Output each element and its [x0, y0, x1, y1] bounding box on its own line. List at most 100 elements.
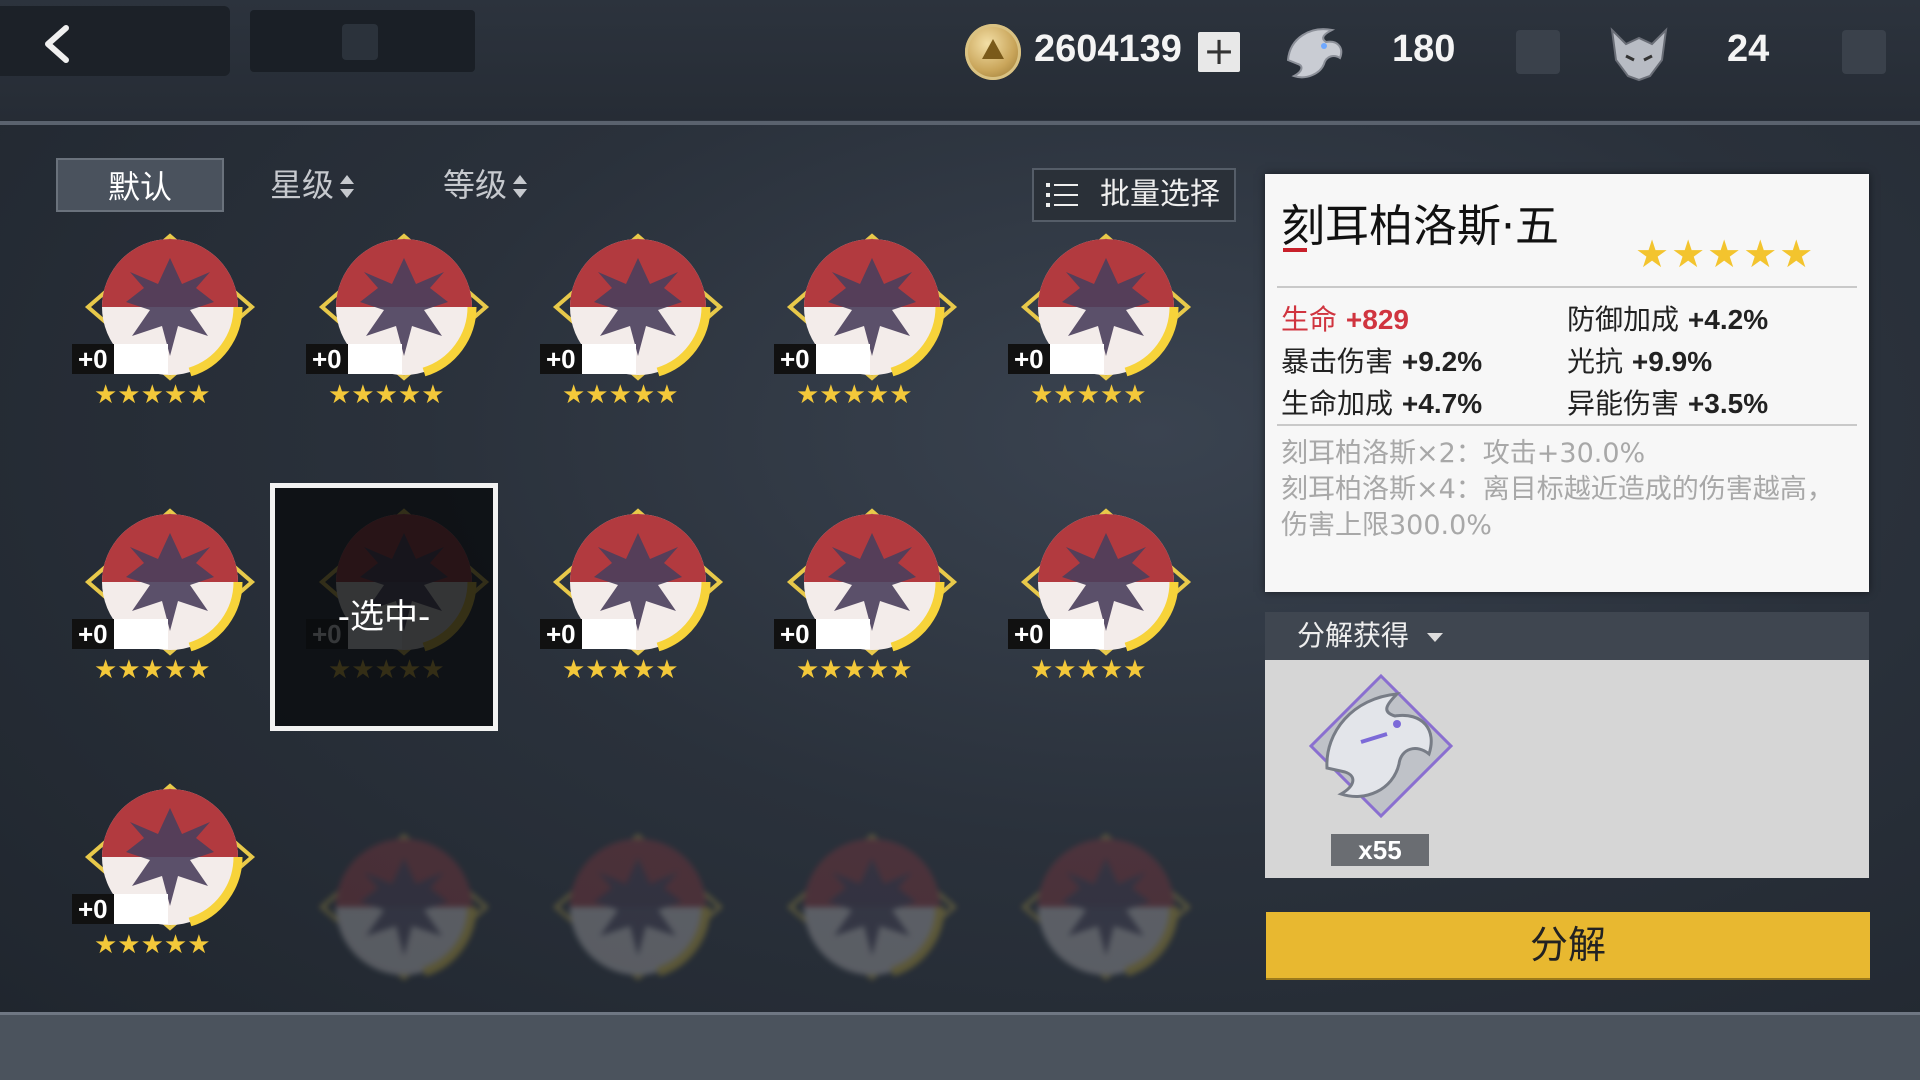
- dragon-material-icon[interactable]: [1301, 672, 1461, 832]
- back-arrow-icon: [45, 25, 69, 63]
- main-stat: 生命 +829: [1281, 298, 1409, 338]
- module-card[interactable]: +0 ★★★★★: [40, 232, 256, 442]
- sub-stat-value: +4.2%: [1687, 304, 1769, 335]
- star-rating: ★★★★★: [94, 380, 211, 410]
- sort-arrows-icon: [340, 172, 355, 202]
- enhance-level: +0: [774, 344, 816, 374]
- sub-stat-value: +3.5%: [1687, 388, 1769, 419]
- module-card[interactable]: +0 ★★★★★: [508, 232, 724, 442]
- enhance-level-tag: +0: [1008, 619, 1104, 649]
- decompose-rewards-area: x55: [1265, 660, 1869, 878]
- tab-level-label: 等级: [443, 166, 508, 204]
- caret-down-icon: [1427, 633, 1443, 642]
- enhance-level: +0: [72, 894, 114, 924]
- decompose-rewards-label: 分解获得: [1297, 619, 1410, 652]
- add-dragon-currency-button[interactable]: [1516, 30, 1560, 74]
- star-rating: ★★★★★: [562, 655, 679, 685]
- name-underline: [1283, 248, 1307, 252]
- wolf-currency-icon: [1610, 27, 1668, 82]
- module-card-offscreen: [304, 832, 504, 982]
- enhance-level: +0: [72, 344, 114, 374]
- sub-stat-value: +9.9%: [1631, 346, 1713, 377]
- decompose-button[interactable]: 分解: [1266, 912, 1870, 978]
- star-rating: ★★★★★: [328, 380, 445, 410]
- enhance-level: +0: [774, 619, 816, 649]
- sub-stat-label: 暴击伤害: [1281, 345, 1394, 378]
- tab-star-sort[interactable]: 星级: [270, 158, 355, 212]
- sub-stat: 暴击伤害 +9.2%: [1281, 340, 1482, 380]
- enhance-level-tag: +0: [540, 344, 636, 374]
- module-card-offscreen: [772, 832, 972, 982]
- module-card-offscreen: [1006, 832, 1206, 982]
- home-icon: [342, 24, 378, 60]
- enhance-level-tag: +0: [774, 344, 870, 374]
- module-stars: ★★★★★: [1635, 232, 1816, 276]
- back-button[interactable]: [0, 6, 230, 76]
- enhance-level: +0: [1008, 619, 1050, 649]
- top-divider: [0, 121, 1920, 125]
- selected-label: -选中-: [337, 597, 431, 637]
- module-card[interactable]: +0 ★★★★★: [742, 232, 958, 442]
- sub-stat-value: +4.7%: [1401, 388, 1483, 419]
- enhance-level: +0: [540, 619, 582, 649]
- module-card-selected[interactable]: +0★★★★★-选中-: [270, 483, 498, 731]
- module-card-offscreen: [538, 832, 738, 982]
- batch-select-label: 批量选择: [1100, 177, 1220, 212]
- star-rating: ★★★★★: [562, 380, 679, 410]
- sub-stat-label: 生命加成: [1281, 387, 1394, 420]
- add-gold-button[interactable]: +: [1198, 32, 1240, 72]
- sub-stat: 生命加成 +4.7%: [1281, 382, 1482, 422]
- star-rating: ★★★★★: [796, 655, 913, 685]
- enhance-level: +0: [1008, 344, 1050, 374]
- module-card[interactable]: +0 ★★★★★: [508, 507, 724, 717]
- gold-coin-icon: [965, 24, 1021, 80]
- divider: [1277, 286, 1857, 288]
- decompose-rewards-dropdown[interactable]: 分解获得: [1265, 612, 1869, 660]
- menu-tab-button[interactable]: [250, 10, 475, 72]
- star-rating: ★★★★★: [94, 930, 211, 960]
- enhance-level-tag: +0: [306, 344, 402, 374]
- module-card[interactable]: +0 ★★★★★: [274, 232, 490, 442]
- dragon-currency-amount: 180: [1392, 28, 1456, 70]
- tab-default[interactable]: 默认: [56, 158, 224, 212]
- set-bonus-2: 刻耳柏洛斯×2：攻击+30.0%: [1281, 438, 1646, 469]
- enhance-level-tag: +0: [1008, 344, 1104, 374]
- bottom-strip: [0, 1012, 1920, 1080]
- module-name: 刻耳柏洛斯·五: [1281, 201, 1559, 252]
- list-icon: [1046, 183, 1078, 207]
- enhance-level-tag: +0: [72, 894, 168, 924]
- enhance-level-tag: +0: [72, 619, 168, 649]
- star-rating: ★★★★★: [796, 380, 913, 410]
- sub-stat-value: +9.2%: [1401, 346, 1483, 377]
- enhance-level-tag: +0: [540, 619, 636, 649]
- reward-count: x55: [1331, 834, 1429, 866]
- module-card[interactable]: +0 ★★★★★: [40, 507, 256, 717]
- sub-stat: 防御加成 +4.2%: [1567, 298, 1768, 338]
- enhance-level-tag: +0: [72, 344, 168, 374]
- sub-stat: 光抗 +9.9%: [1567, 340, 1712, 380]
- divider: [1277, 424, 1857, 426]
- main-stat-value: +829: [1345, 304, 1409, 335]
- sort-arrows-icon: [513, 172, 528, 202]
- batch-select-button[interactable]: 批量选择: [1032, 168, 1236, 222]
- sub-stat-label: 光抗: [1567, 345, 1624, 378]
- sub-stat-label: 异能伤害: [1567, 387, 1680, 420]
- sub-stat-label: 防御加成: [1567, 303, 1680, 336]
- add-wolf-currency-button[interactable]: [1842, 30, 1886, 74]
- star-rating: ★★★★★: [1030, 380, 1147, 410]
- module-card[interactable]: +0 ★★★★★: [40, 782, 256, 992]
- dragon-currency-icon: [1286, 28, 1343, 79]
- bottom-divider: [0, 1012, 1920, 1015]
- enhance-level-tag: +0: [774, 619, 870, 649]
- module-card[interactable]: +0 ★★★★★: [976, 232, 1192, 442]
- set-bonus-4: 刻耳柏洛斯×4：离目标越近造成的伤害越高，伤害上限300.0%: [1281, 474, 1834, 541]
- enhance-level: +0: [540, 344, 582, 374]
- enhance-level: +0: [306, 344, 348, 374]
- module-card[interactable]: +0 ★★★★★: [742, 507, 958, 717]
- enhance-level: +0: [72, 619, 114, 649]
- module-card[interactable]: +0 ★★★★★: [976, 507, 1192, 717]
- wolf-currency-amount: 24: [1727, 28, 1770, 70]
- star-rating: ★★★★★: [94, 655, 211, 685]
- tab-star-label: 星级: [270, 166, 335, 204]
- tab-level-sort[interactable]: 等级: [443, 158, 528, 212]
